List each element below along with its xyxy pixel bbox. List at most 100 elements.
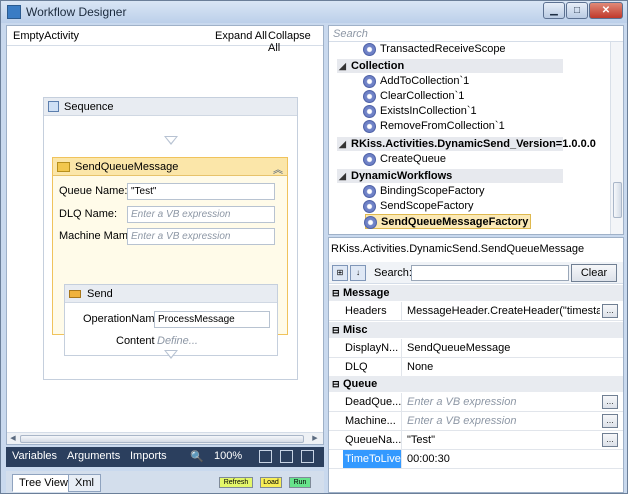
- property-row-machine-name[interactable]: Machine... Enter a VB expression …: [329, 412, 623, 431]
- operation-name-input[interactable]: ProcessMessage: [154, 311, 270, 328]
- activity-gear-icon: [363, 43, 376, 56]
- ellipsis-button[interactable]: …: [602, 395, 618, 409]
- activity-title: SendQueueMessage: [75, 161, 179, 173]
- drop-arrow-icon: [164, 136, 178, 145]
- scroll-left-icon[interactable]: ◀: [8, 434, 18, 444]
- collapse-icon[interactable]: ⊟: [332, 376, 340, 392]
- category-misc[interactable]: ⊟ Misc: [329, 322, 623, 338]
- collapse-triangle-icon[interactable]: ◢: [339, 169, 346, 183]
- property-row-queue-name[interactable]: QueueNa... "Test" …: [329, 431, 623, 450]
- imports-button[interactable]: Imports: [130, 450, 167, 462]
- arguments-button[interactable]: Arguments: [67, 450, 120, 462]
- activity-gear-icon: [363, 153, 376, 166]
- content-label: Content: [116, 335, 155, 347]
- clear-button[interactable]: Clear: [571, 264, 617, 282]
- toolbox-category[interactable]: ◢ Collection: [337, 59, 563, 73]
- operation-name-label: OperationName: [83, 313, 161, 325]
- activity-icon: [57, 162, 70, 172]
- activity-gear-icon: [363, 120, 376, 133]
- queue-name-input[interactable]: "Test": [127, 183, 275, 200]
- title-bar: Workflow Designer ▁ □ ✕: [1, 1, 627, 23]
- send-title: Send: [87, 288, 113, 300]
- toolbox-search-input[interactable]: Search: [329, 26, 623, 42]
- activity-gear-icon: [363, 75, 376, 88]
- maximize-button[interactable]: □: [566, 2, 588, 19]
- load-button[interactable]: Load: [260, 477, 282, 488]
- sequence-header[interactable]: Sequence: [44, 98, 297, 116]
- drop-arrow-icon: [164, 350, 178, 359]
- scroll-thumb[interactable]: [613, 182, 622, 218]
- properties-search-label: Search:: [374, 267, 412, 279]
- toolbox-item-selected[interactable]: SendQueueMessageFactory: [364, 214, 531, 229]
- close-button[interactable]: ✕: [589, 2, 623, 19]
- ellipsis-button[interactable]: …: [602, 433, 618, 447]
- properties-search-input[interactable]: [411, 265, 569, 281]
- run-button[interactable]: Run: [289, 477, 311, 488]
- scroll-right-icon[interactable]: ▶: [310, 434, 320, 444]
- collapse-icon[interactable]: ⊟: [332, 285, 340, 301]
- zoom-icon[interactable]: 🔍: [190, 450, 204, 463]
- dlq-name-label: DLQ Name:: [59, 208, 118, 220]
- property-row-dead-queue[interactable]: DeadQue... Enter a VB expression …: [329, 393, 623, 412]
- view-tabs: Tree View Xml Refresh Load Run: [6, 471, 324, 493]
- send-icon: [69, 290, 81, 298]
- collapse-icon[interactable]: ⊟: [332, 322, 340, 338]
- toolbox-category[interactable]: ◢ RKiss.Activities.DynamicSend_Version=1.…: [337, 137, 596, 151]
- zoom-dropdown-icon[interactable]: [259, 450, 272, 463]
- activity-gear-icon: [363, 90, 376, 103]
- app-icon: [7, 5, 21, 19]
- minimize-button[interactable]: ▁: [543, 2, 565, 19]
- alphabetical-sort-icon[interactable]: ↓: [350, 265, 366, 281]
- send-header[interactable]: Send: [65, 285, 277, 303]
- toolbox-category[interactable]: ◢ DynamicWorkflows: [337, 169, 563, 183]
- property-row-dlq[interactable]: DLQ None: [329, 358, 623, 377]
- collapse-triangle-icon[interactable]: ◢: [339, 137, 346, 151]
- ellipsis-button[interactable]: …: [602, 414, 618, 428]
- tab-xml[interactable]: Xml: [68, 474, 101, 492]
- activity-header[interactable]: SendQueueMessage ︽: [53, 158, 287, 176]
- activity-gear-icon: [363, 200, 376, 213]
- activity-gear-icon: [363, 105, 376, 118]
- refresh-button[interactable]: Refresh: [219, 477, 253, 488]
- send-activity[interactable]: Send OperationName ProcessMessage Conten…: [64, 284, 278, 356]
- send-queue-message-activity[interactable]: SendQueueMessage ︽ Queue Name: "Test" DL…: [52, 157, 288, 356]
- collapse-icon[interactable]: ︽: [273, 161, 283, 176]
- horizontal-scrollbar[interactable]: ◀ ▶: [7, 432, 323, 444]
- sequence-icon: [48, 101, 59, 112]
- sequence-title: Sequence: [64, 101, 114, 113]
- expand-all-link[interactable]: Expand All: [215, 30, 267, 42]
- breadcrumb[interactable]: EmptyActivity: [13, 30, 79, 42]
- sequence-activity[interactable]: Sequence SendQueueMessage ︽ Queue Name: …: [43, 97, 298, 380]
- machine-name-label: Machine Mame:: [59, 230, 138, 242]
- content-define-link[interactable]: Define...: [157, 335, 198, 347]
- properties-toolbar: ⊞ ↓ Search: Clear: [329, 262, 623, 284]
- overview-icon[interactable]: [301, 450, 314, 463]
- zoom-level[interactable]: 100%: [214, 450, 242, 462]
- designer-bottom-bar: Variables Arguments Imports 🔍 100%: [6, 447, 324, 467]
- dlq-name-input[interactable]: Enter a VB expression: [127, 206, 275, 223]
- designer-canvas[interactable]: Sequence SendQueueMessage ︽ Queue Name: …: [7, 47, 323, 432]
- category-message[interactable]: ⊟ Message: [329, 285, 623, 301]
- machine-name-input[interactable]: Enter a VB expression: [127, 228, 275, 245]
- ellipsis-button[interactable]: …: [602, 304, 618, 318]
- designer-panel: EmptyActivity Expand All Collapse All Se…: [6, 25, 324, 445]
- queue-name-label: Queue Name:: [59, 185, 128, 197]
- window-title: Workflow Designer: [26, 5, 127, 19]
- activity-gear-icon: [364, 216, 377, 229]
- categorized-sort-icon[interactable]: ⊞: [332, 265, 348, 281]
- category-queue[interactable]: ⊟ Queue: [329, 376, 623, 392]
- activity-gear-icon: [363, 185, 376, 198]
- property-row-time-to-live[interactable]: TimeToLive 00:00:30: [329, 450, 623, 469]
- toolbox-scrollbar[interactable]: [610, 42, 623, 234]
- variables-button[interactable]: Variables: [12, 450, 57, 462]
- properties-title: RKiss.Activities.DynamicSend.SendQueueMe…: [331, 243, 585, 255]
- property-row-headers[interactable]: Headers MessageHeader.CreateHeader("time…: [329, 302, 623, 321]
- tab-tree-view[interactable]: Tree View: [12, 474, 75, 492]
- fit-to-screen-icon[interactable]: [280, 450, 293, 463]
- property-row-display-name[interactable]: DisplayN... SendQueueMessage: [329, 339, 623, 358]
- properties-panel: RKiss.Activities.DynamicSend.SendQueueMe…: [328, 237, 624, 493]
- collapse-triangle-icon[interactable]: ◢: [339, 59, 346, 73]
- workflow-designer-window: Workflow Designer ▁ □ ✕ EmptyActivity Ex…: [0, 0, 628, 494]
- toolbox-panel: Search TransactedReceiveScope ◢ Collectio…: [328, 25, 624, 235]
- scroll-thumb[interactable]: [20, 435, 304, 443]
